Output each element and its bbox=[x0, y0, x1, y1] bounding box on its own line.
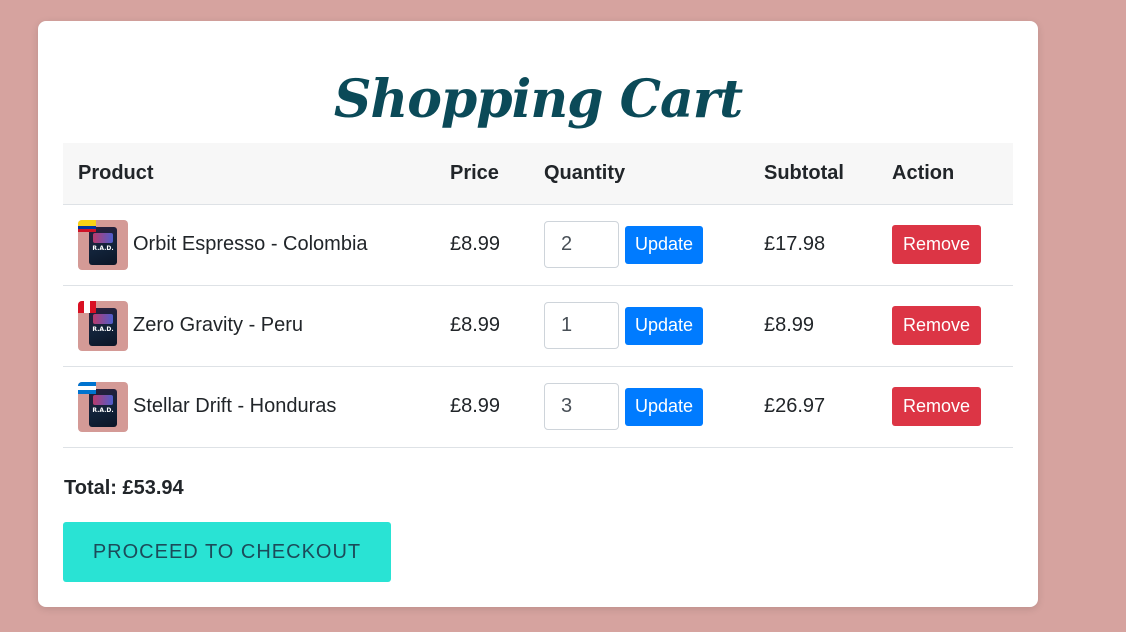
product-name: Stellar Drift - Honduras bbox=[133, 395, 337, 417]
quantity-input[interactable] bbox=[544, 221, 619, 268]
quantity-cell: Update bbox=[529, 366, 749, 448]
bag-label: R.A.D. bbox=[92, 406, 114, 414]
subtotal-cell: £26.97 bbox=[749, 366, 877, 448]
header-price: Price bbox=[435, 143, 529, 205]
remove-button[interactable]: Remove bbox=[892, 225, 982, 264]
subtotal-cell: £8.99 bbox=[749, 285, 877, 367]
header-action: Action bbox=[877, 143, 1013, 205]
update-button[interactable]: Update bbox=[625, 306, 704, 345]
product-name: Zero Gravity - Peru bbox=[133, 314, 304, 336]
colombia-flag-icon bbox=[78, 219, 96, 232]
header-quantity: Quantity bbox=[529, 143, 749, 205]
price-cell: £8.99 bbox=[435, 366, 529, 448]
table-row: R.A.D. Stellar Drift - Honduras £8.99 Up… bbox=[63, 366, 1013, 448]
header-subtotal: Subtotal bbox=[749, 143, 877, 205]
proceed-to-checkout-button[interactable]: PROCEED TO CHECKOUT bbox=[63, 522, 391, 582]
cart-card: Shopping Cart Product Price Quantity Sub… bbox=[38, 21, 1038, 607]
price-cell: £8.99 bbox=[435, 204, 529, 286]
coffee-bag-icon: R.A.D. bbox=[89, 307, 117, 346]
coffee-bag-icon: R.A.D. bbox=[89, 226, 117, 265]
product-image: R.A.D. bbox=[78, 381, 128, 432]
bag-label: R.A.D. bbox=[92, 325, 114, 333]
bag-label: R.A.D. bbox=[92, 244, 114, 252]
remove-button[interactable]: Remove bbox=[892, 306, 982, 345]
quantity-input[interactable] bbox=[544, 383, 619, 430]
product-cell: R.A.D. Stellar Drift - Honduras bbox=[63, 366, 435, 448]
product-image: R.A.D. bbox=[78, 300, 128, 351]
table-row: R.A.D. Orbit Espresso - Colombia £8.99 U… bbox=[63, 204, 1013, 286]
quantity-cell: Update bbox=[529, 204, 749, 286]
peru-flag-icon bbox=[78, 300, 96, 313]
table-header-row: Product Price Quantity Subtotal Action bbox=[63, 143, 1013, 205]
product-name: Orbit Espresso - Colombia bbox=[133, 233, 368, 255]
coffee-bag-icon: R.A.D. bbox=[89, 388, 117, 427]
action-cell: Remove bbox=[877, 366, 1013, 448]
page-title: Shopping Cart bbox=[333, 69, 743, 130]
action-cell: Remove bbox=[877, 285, 1013, 367]
subtotal-cell: £17.98 bbox=[749, 204, 877, 286]
update-button[interactable]: Update bbox=[625, 387, 704, 426]
cart-total: Total: £53.94 bbox=[64, 477, 184, 499]
honduras-flag-icon bbox=[78, 381, 96, 394]
product-cell: R.A.D. Zero Gravity - Peru bbox=[63, 285, 435, 367]
quantity-input[interactable] bbox=[544, 302, 619, 349]
action-cell: Remove bbox=[877, 204, 1013, 286]
update-button[interactable]: Update bbox=[625, 225, 704, 264]
header-product: Product bbox=[63, 143, 435, 205]
price-cell: £8.99 bbox=[435, 285, 529, 367]
quantity-cell: Update bbox=[529, 285, 749, 367]
cart-table: Product Price Quantity Subtotal Action R… bbox=[63, 143, 1013, 448]
remove-button[interactable]: Remove bbox=[892, 387, 982, 426]
product-cell: R.A.D. Orbit Espresso - Colombia bbox=[63, 204, 435, 286]
table-row: R.A.D. Zero Gravity - Peru £8.99 Update … bbox=[63, 285, 1013, 367]
product-image: R.A.D. bbox=[78, 219, 128, 270]
